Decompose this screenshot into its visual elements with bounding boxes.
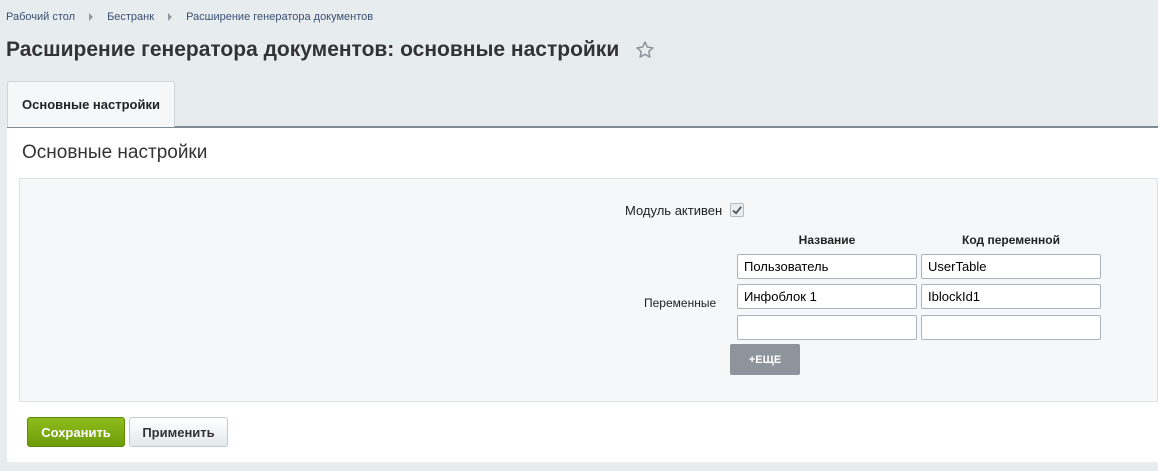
- apply-button[interactable]: Применить: [129, 417, 228, 447]
- page-title: Расширение генератора документов: основн…: [6, 38, 620, 61]
- variable-name-input-2[interactable]: [737, 284, 917, 309]
- breadcrumb-item-extension[interactable]: Расширение генератора документов: [186, 11, 373, 23]
- module-active-label: Модуль активен: [625, 203, 723, 218]
- tab-main-settings[interactable]: Основные настройки: [7, 81, 175, 127]
- module-active-checkbox[interactable]: [730, 203, 744, 217]
- breadcrumb-item-desktop[interactable]: Рабочий стол: [6, 11, 75, 23]
- variable-code-input-1[interactable]: [921, 254, 1101, 279]
- page-title-row: Расширение генератора документов: основн…: [6, 38, 655, 62]
- section-heading: Основные настройки: [22, 142, 208, 163]
- settings-form: Модуль активен Название Код переменной П…: [19, 178, 1158, 402]
- variable-code-input-2[interactable]: [921, 284, 1101, 309]
- variables-label: Переменные: [644, 296, 717, 310]
- chevron-right-icon: [168, 13, 173, 21]
- column-header-name: Название: [798, 233, 856, 247]
- add-more-button[interactable]: +ЕЩЕ: [730, 344, 800, 375]
- chevron-right-icon: [89, 13, 94, 21]
- settings-panel: Основные настройки Модуль активен Назван…: [7, 126, 1158, 462]
- variable-code-input-3[interactable]: [921, 315, 1101, 340]
- column-header-code: Код переменной: [962, 233, 1060, 247]
- star-icon[interactable]: [635, 40, 655, 60]
- save-button[interactable]: Сохранить: [27, 417, 125, 447]
- breadcrumb: Рабочий стол Бестранк Расширение генерат…: [6, 11, 373, 23]
- breadcrumb-item-bestrank[interactable]: Бестранк: [107, 11, 154, 23]
- variable-name-input-1[interactable]: [737, 254, 917, 279]
- checkmark-icon: [732, 206, 742, 215]
- variable-name-input-3[interactable]: [737, 315, 917, 340]
